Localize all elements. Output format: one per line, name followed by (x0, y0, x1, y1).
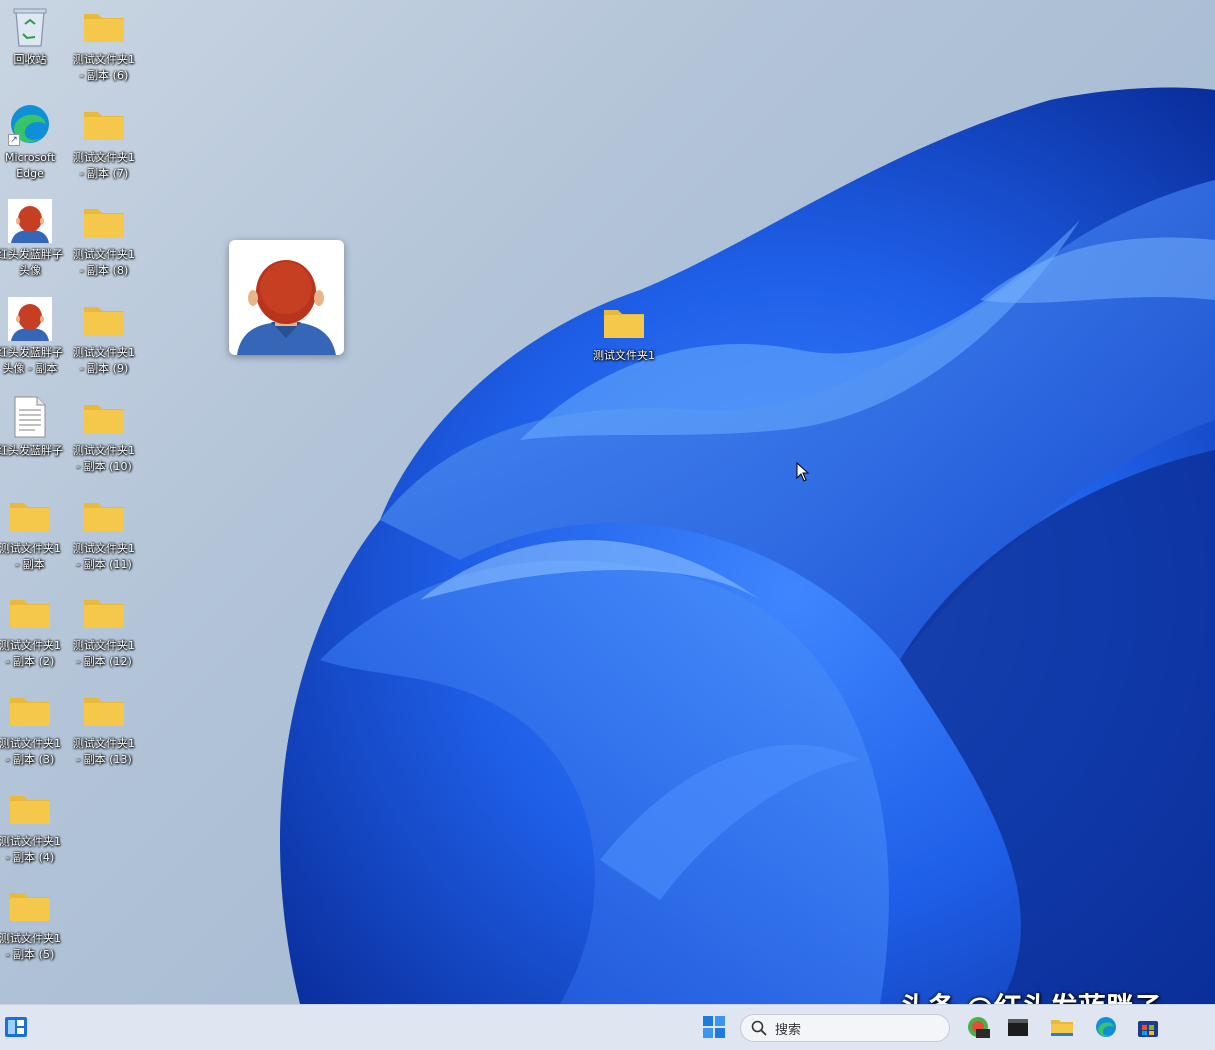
terminal-app-icon (1008, 1019, 1028, 1036)
start-button[interactable] (700, 1013, 728, 1041)
folder-icon (82, 688, 126, 732)
windows-logo-icon (703, 1016, 725, 1038)
desktop-icon-label: 测试文件夹1 - 副本 (6) (73, 53, 135, 82)
desktop-icon[interactable]: 测试文件夹1 - 副本 (5) (0, 883, 67, 963)
desktop-icon[interactable]: 红头发蓝胖子 头像 - 副本 (0, 297, 67, 377)
microsoft-store-icon (1138, 1021, 1158, 1037)
desktop-icon[interactable]: 测试文件夹1 - 副本 (2) (0, 590, 67, 670)
wallpaper-bloom (279, 87, 1215, 1004)
taskbar-app-terminal[interactable] (1004, 1013, 1032, 1041)
desktop-icon[interactable]: 测试文件夹1 - 副本 (10) (67, 395, 141, 475)
desktop-icon-center-folder[interactable]: 测试文件夹1 (587, 300, 661, 364)
desktop-icon-label: 测试文件夹1 - 副本 (13) (73, 736, 135, 766)
taskbar-search-box[interactable]: 搜索 (740, 1014, 950, 1042)
taskbar-app-edge[interactable] (1092, 1013, 1120, 1041)
desktop-icon[interactable]: 测试文件夹1 - 副本 (3) (0, 688, 67, 768)
desktop-icon-label: 回收站 (13, 53, 47, 66)
desktop-icon-label: 测试文件夹1 - 副本 (4) (0, 834, 61, 864)
widgets-icon (5, 1017, 27, 1037)
desktop-icon[interactable]: 测试文件夹1 - 副本 (12) (67, 590, 141, 670)
desktop-icon[interactable]: 红头发蓝胖子 (0, 395, 67, 459)
taskbar-app-file-explorer[interactable] (1048, 1013, 1076, 1041)
desktop-icon-label: 测试文件夹1 - 副本 (7) (73, 150, 135, 180)
file-explorer-icon (1051, 1020, 1073, 1036)
watermark-text: 头条 @红头发蓝胖子 (900, 986, 1162, 1004)
floating-avatar-image[interactable] (229, 240, 344, 355)
folder-icon (602, 300, 646, 344)
folder-icon (82, 395, 126, 439)
folder-icon (82, 590, 126, 634)
desktop-icon[interactable]: 测试文件夹1 - 副本 (9) (67, 297, 141, 377)
folder-icon (8, 786, 52, 830)
premiere-app-icon (968, 1017, 990, 1038)
widgets-button[interactable] (2, 1013, 30, 1041)
folder-icon (82, 4, 126, 48)
desktop-icon-label: 测试文件夹1 - 副本 (9) (73, 346, 135, 376)
taskbar-app-store[interactable] (1134, 1013, 1162, 1041)
desktop-icon-label: 红头发蓝胖子 头像 - 副本 (0, 346, 63, 376)
desktop-icon-label: 测试文件夹1 - 副本 (3) (0, 736, 61, 766)
desktop-icon[interactable]: 回收站 (0, 4, 67, 68)
desktop-icon[interactable]: 红头发蓝胖子 头像 (0, 199, 67, 279)
folder-icon (8, 883, 52, 927)
search-icon (751, 1020, 767, 1036)
folder-icon (82, 199, 126, 243)
desktop-icon-label: 测试文件夹1 - 副本 (5) (0, 932, 61, 962)
desktop-icon-label: 测试文件夹1 - 副本 (10) (73, 443, 135, 473)
folder-icon (8, 688, 52, 732)
desktop-icon-label: 测试文件夹1 - 副本 (11) (73, 541, 135, 571)
avatar-image-icon (8, 297, 52, 342)
desktop[interactable]: 回收站 ↗ Microsoft Edge 红头发蓝胖子 头像 红头发蓝胖子 头像 - 副… (0, 0, 1215, 1004)
avatar-red-hair-icon (237, 260, 336, 355)
desktop-icon[interactable]: 测试文件夹1 - 副本 (4) (0, 786, 67, 866)
desktop-icon-label: 测试文件夹1 - 副本 (0, 541, 61, 571)
desktop-icon[interactable]: 测试文件夹1 - 副本 (0, 493, 67, 573)
desktop-icon[interactable]: ↗ Microsoft Edge (0, 102, 67, 182)
desktop-icon[interactable]: 测试文件夹1 - 副本 (7) (67, 102, 141, 182)
folder-icon (82, 493, 126, 537)
edge-browser-icon: ↗ (8, 102, 52, 146)
avatar-image-icon (8, 199, 52, 244)
desktop-icon[interactable]: 测试文件夹1 - 副本 (13) (67, 688, 141, 768)
desktop-icon-label: 红头发蓝胖子 头像 (0, 248, 63, 278)
desktop-icon-label: 测试文件夹1 - 副本 (12) (73, 639, 135, 669)
mouse-cursor-icon (796, 462, 810, 482)
folder-icon (8, 590, 52, 634)
folder-icon (82, 102, 126, 146)
desktop-icon-label: 测试文件夹1 - 副本 (2) (0, 639, 61, 669)
desktop-icon-label: 红头发蓝胖子 (0, 443, 63, 457)
desktop-icon-label: 测试文件夹1 (593, 349, 655, 362)
desktop-icon[interactable]: 测试文件夹1 - 副本 (8) (67, 199, 141, 279)
search-placeholder: 搜索 (775, 1022, 802, 1038)
recycle-bin-icon (8, 4, 52, 48)
folder-icon (82, 297, 126, 341)
desktop-icon-label: 测试文件夹1 - 副本 (8) (73, 248, 135, 278)
taskbar-app-premiere[interactable] (964, 1013, 992, 1041)
edge-browser-icon (1096, 1017, 1116, 1037)
taskbar: 搜索 (0, 1004, 1215, 1050)
desktop-icon-label: Microsoft Edge (4, 150, 56, 180)
text-document-icon (8, 395, 52, 439)
desktop-icon[interactable]: 测试文件夹1 - 副本 (6) (67, 4, 141, 84)
folder-icon (8, 493, 52, 537)
desktop-icon[interactable]: 测试文件夹1 - 副本 (11) (67, 493, 141, 573)
